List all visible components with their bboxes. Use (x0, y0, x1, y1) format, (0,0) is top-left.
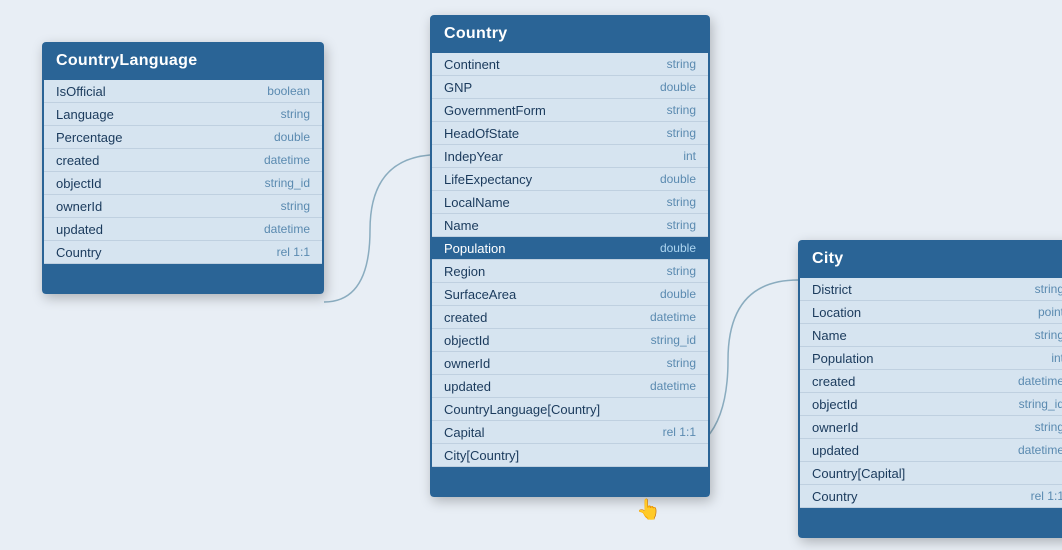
field-row[interactable]: ownerId string (44, 195, 322, 218)
field-row-citycountry[interactable]: City[Country] (432, 444, 708, 467)
field-row[interactable]: updated datetime (44, 218, 322, 241)
table-city[interactable]: City District string Location point Name… (798, 240, 1062, 538)
field-row[interactable]: updated datetime (800, 439, 1062, 462)
field-row[interactable]: Percentage double (44, 126, 322, 149)
table-country-body: Continent string GNP double GovernmentFo… (430, 53, 710, 497)
field-row[interactable]: created datetime (44, 149, 322, 172)
field-row-country-rel[interactable]: Country rel 1:1 (44, 241, 322, 264)
field-row[interactable]: LifeExpectancy double (432, 168, 708, 191)
field-row[interactable]: Name string (800, 324, 1062, 347)
field-row[interactable]: District string (800, 278, 1062, 301)
table-city-body: District string Location point Name stri… (798, 278, 1062, 538)
field-row[interactable]: Language string (44, 103, 322, 126)
field-row[interactable]: GNP double (432, 76, 708, 99)
field-row[interactable]: created datetime (432, 306, 708, 329)
table-footer (800, 508, 1062, 536)
field-row-country-rel[interactable]: Country rel 1:1 (800, 485, 1062, 508)
table-footer (432, 467, 708, 495)
field-row[interactable]: SurfaceArea double (432, 283, 708, 306)
table-countrylanguage-body: IsOfficial boolean Language string Perce… (42, 80, 324, 294)
field-row[interactable]: ownerId string (800, 416, 1062, 439)
field-row[interactable]: created datetime (800, 370, 1062, 393)
field-row[interactable]: LocalName string (432, 191, 708, 214)
table-country-header: Country (430, 15, 710, 53)
table-countrylanguage-header: CountryLanguage (42, 42, 324, 80)
field-row[interactable]: Continent string (432, 53, 708, 76)
table-city-header: City (798, 240, 1062, 278)
field-row-countrycapital[interactable]: Country[Capital] (800, 462, 1062, 485)
field-row[interactable]: Location point (800, 301, 1062, 324)
diagram-canvas: CountryLanguage IsOfficial boolean Langu… (0, 0, 1062, 550)
cursor-icon: 👆 (636, 497, 661, 522)
field-row[interactable]: updated datetime (432, 375, 708, 398)
table-country[interactable]: Country Continent string GNP double Gove… (430, 15, 710, 497)
field-row-countrylanguage[interactable]: CountryLanguage[Country] (432, 398, 708, 421)
field-row-population[interactable]: Population double (432, 237, 708, 260)
field-row[interactable]: ownerId string (432, 352, 708, 375)
table-footer (44, 264, 322, 292)
field-row[interactable]: HeadOfState string (432, 122, 708, 145)
field-row-capital[interactable]: Capital rel 1:1 (432, 421, 708, 444)
field-row[interactable]: objectId string_id (432, 329, 708, 352)
field-row[interactable]: Region string (432, 260, 708, 283)
table-countrylanguage[interactable]: CountryLanguage IsOfficial boolean Langu… (42, 42, 324, 294)
field-row[interactable]: GovernmentForm string (432, 99, 708, 122)
field-row[interactable]: IndepYear int (432, 145, 708, 168)
field-row[interactable]: Population int (800, 347, 1062, 370)
field-row[interactable]: Name string (432, 214, 708, 237)
field-row[interactable]: IsOfficial boolean (44, 80, 322, 103)
field-row[interactable]: objectId string_id (800, 393, 1062, 416)
field-row[interactable]: objectId string_id (44, 172, 322, 195)
